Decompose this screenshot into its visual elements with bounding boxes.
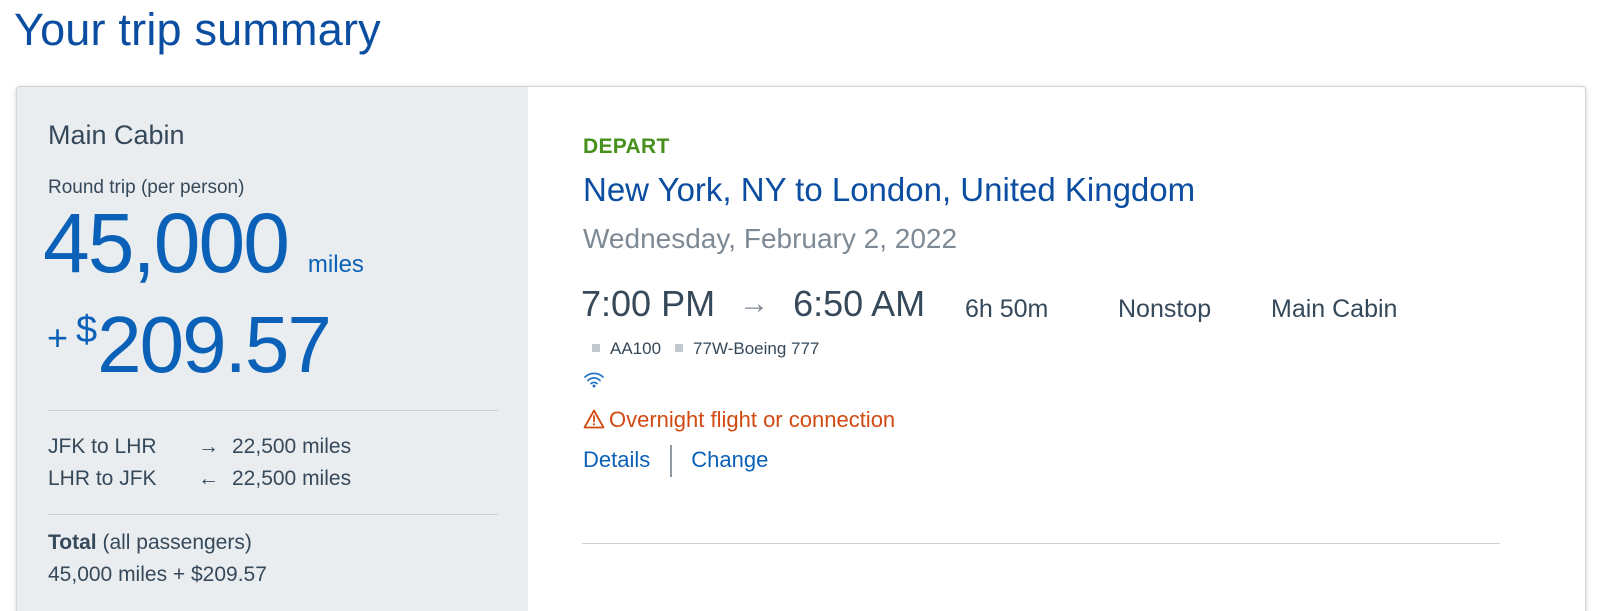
segment-route: LHR to JFK [48,467,157,490]
flight-cabin: Main Cabin [1271,295,1398,323]
segment-row: LHR to JFK ← 22,500 miles [48,467,351,491]
cash-price: + $209.57 [47,299,332,391]
flight-times: 7:00 PM → 6:50 AM [581,283,925,325]
price-plus-sign: + [47,317,69,358]
total-label-bold: Total [48,531,97,554]
details-link[interactable]: Details [583,447,650,472]
price-amount: 209.57 [97,300,332,389]
segment-miles: 22,500 miles [232,435,352,458]
total-note: (all passengers) [102,531,252,554]
segment-miles: 22,500 miles [232,467,352,490]
bullet-square-icon [592,344,600,352]
flight-date: Wednesday, February 2, 2022 [583,223,958,254]
flight-links: Details Change [583,445,768,477]
detail-divider [582,543,1500,544]
page-title: Your trip summary [14,4,381,55]
arrow-right-icon: → [739,287,770,320]
arrow-right-icon: → [198,435,219,458]
cabin-title: Main Cabin [48,120,185,150]
total-value: 45,000 miles + $209.57 [48,563,267,586]
flight-duration: 6h 50m [965,295,1049,323]
total-label: Total (all passengers) [48,531,252,555]
flight-stops: Nonstop [1118,295,1212,323]
bullet-square-icon [675,344,684,352]
flight-info: AA100 77W-Boeing 777 [592,339,819,359]
route-title: New York, NY to London, United Kingdom [583,171,1196,208]
flight-detail-panel: DEPART New York, NY to London, United Ki… [528,87,1585,611]
summary-divider [48,410,498,411]
arrow-left-icon: ← [198,467,219,490]
change-link[interactable]: Change [691,447,768,472]
miles-unit: miles [307,251,364,278]
trip-summary-card: Main Cabin Round trip (per person) 45,00… [16,86,1586,611]
segment-route: JFK to LHR [48,435,157,458]
segment-row: JFK to LHR → 22,500 miles [48,435,351,459]
summary-divider [48,514,498,515]
depart-time: 7:00 PM [581,283,716,324]
depart-label: DEPART [583,135,670,158]
link-separator [670,445,673,477]
flight-number: AA100 [610,339,662,358]
arrive-time: 6:50 AM [793,283,926,324]
miles-amount: 45,000 [43,196,290,290]
aircraft-type: 77W-Boeing 777 [693,339,820,358]
price-currency: $ [76,309,98,351]
overnight-warning: Overnight flight or connection [583,407,895,433]
price-summary-panel: Main Cabin Round trip (per person) 45,00… [17,87,528,611]
miles-price: 45,000 miles [43,195,364,292]
wifi-icon [584,372,604,388]
warning-text: Overnight flight or connection [609,407,896,432]
warning-icon [583,409,605,429]
